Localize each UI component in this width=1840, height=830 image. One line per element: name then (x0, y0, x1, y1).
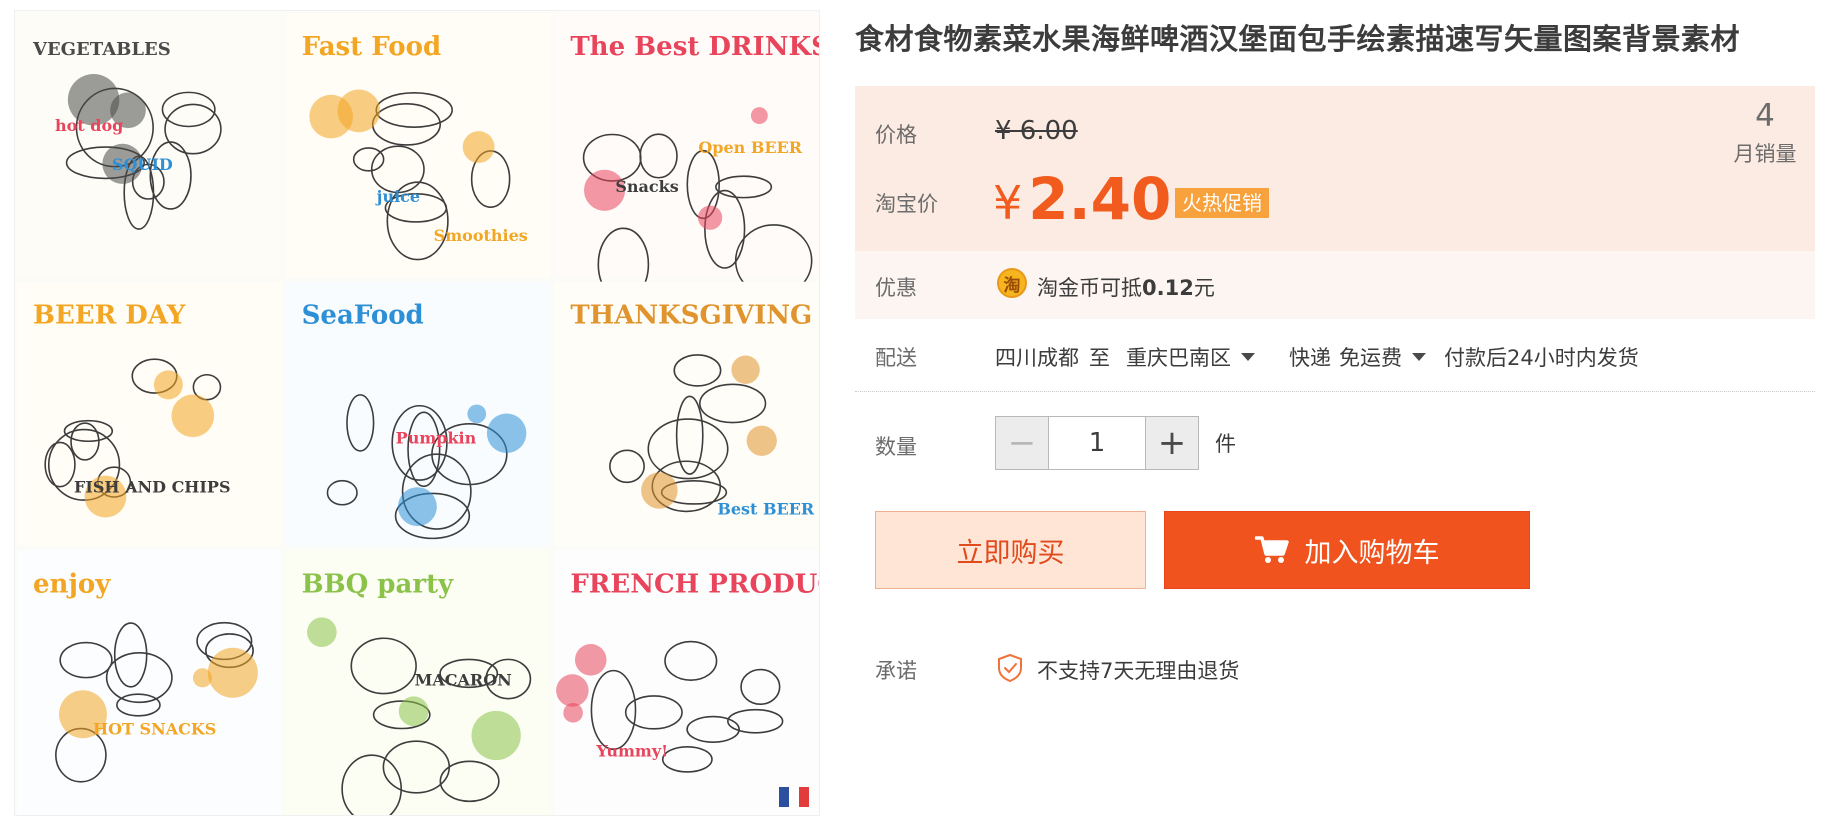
color-splash (641, 472, 678, 509)
color-splash (574, 644, 607, 676)
color-splash (398, 696, 429, 727)
shield-check-icon (996, 653, 1024, 687)
artwork-label: Best BEER (717, 500, 815, 519)
color-splash (207, 647, 258, 698)
quantity-unit: 件 (1215, 431, 1236, 456)
color-splash (307, 617, 337, 648)
color-splash (697, 205, 723, 230)
panel-title: THANKSGIVING DAY (570, 301, 820, 331)
ship-from: 四川成都 (995, 346, 1079, 370)
buy-now-label: 立即购买 (956, 537, 1065, 569)
sales-count: 4 (1755, 98, 1775, 134)
original-price: ¥ 6.00 (995, 116, 1078, 146)
color-splash (462, 131, 495, 163)
destination-chevron-down-icon[interactable] (1241, 353, 1255, 361)
quantity-input[interactable] (1049, 415, 1145, 470)
coin-text-prefix: 淘金币可抵 (1037, 276, 1142, 300)
sales-label: 月销量 (1733, 142, 1797, 166)
artwork-label: Snacks (615, 177, 678, 196)
french-flag-icon (779, 787, 809, 807)
promise-label: 承诺 (875, 659, 917, 683)
buy-now-button[interactable]: 立即购买 (875, 511, 1146, 589)
artwork-label: Pumpkin (396, 429, 477, 448)
artwork-label: MACARON (415, 670, 512, 689)
discount-label: 优惠 (875, 276, 917, 300)
panel-title: BBQ party (302, 569, 454, 599)
artwork-label: Yummy! (595, 741, 668, 760)
price-label: 价格 (875, 123, 917, 147)
quantity-increase-button[interactable]: + (1145, 415, 1199, 470)
taobao-price-label: 淘宝价 (875, 192, 938, 216)
product-main-image[interactable]: VEGETABLES Fast Food The Best DRINKS BEER D… (14, 10, 820, 816)
color-splash (397, 487, 437, 527)
quantity-label: 数量 (875, 435, 917, 459)
color-splash (750, 107, 768, 125)
quantity-stepper: − + 件 (995, 415, 1236, 470)
currency-symbol: ¥ (993, 176, 1023, 230)
artwork-label: hot dog (55, 116, 123, 135)
artwork-label: FISH AND CHIPS (74, 478, 231, 497)
panel-title: VEGETABLES (32, 39, 171, 60)
add-to-cart-button[interactable]: 加入购物车 (1164, 511, 1530, 589)
color-splash (563, 703, 583, 723)
delivery-row: 四川成都 至 重庆巴南区 快递 免运费 付款后24小时内发货 (995, 342, 1639, 372)
panel-title: SeaFood (302, 301, 424, 331)
panel-title: enjoy (33, 569, 111, 599)
promise-text: 不支持7天无理由退货 (1037, 659, 1240, 683)
artwork-label: Open BEER (698, 138, 802, 157)
product-title: 食材食物素菜水果海鲜啤酒汉堡面包手绘素描速写矢量图案背景素材 (855, 22, 1741, 56)
color-splash (746, 425, 777, 456)
current-price-value: 2.40 (1028, 165, 1172, 233)
color-splash (309, 94, 353, 139)
dispatch-time: 付款后24小时内发货 (1444, 346, 1639, 370)
coin-text-suffix: 元 (1193, 276, 1215, 300)
color-splash (486, 413, 527, 454)
color-splash (171, 394, 215, 438)
taojinbi-coin-icon: 淘 (997, 268, 1027, 298)
destination-select[interactable]: 重庆巴南区 (1126, 342, 1231, 372)
color-splash (467, 404, 487, 424)
add-to-cart-label: 加入购物车 (1304, 537, 1440, 569)
coin-amount: 0.12 (1142, 276, 1194, 300)
product-gallery: VEGETABLES Fast Food The Best DRINKS BEER D… (14, 10, 820, 816)
artwork-label: juice (375, 187, 420, 206)
panel-title: Fast Food (302, 32, 441, 62)
artwork-label: SQUID (112, 155, 173, 174)
panel-title: FRENCH PRODUCTS (570, 569, 820, 599)
panel-title: BEER DAY (33, 301, 186, 331)
current-price: ¥2.40 (993, 170, 1171, 228)
artwork-label: Smoothies (434, 226, 528, 245)
shopping-cart-icon (1254, 535, 1289, 565)
ship-method[interactable]: 快递 (1289, 342, 1331, 372)
artwork-label: HOT SNACKS (93, 719, 216, 738)
color-splash (731, 355, 760, 384)
panel-title: The Best DRINKS (570, 32, 820, 62)
color-splash (471, 710, 521, 761)
delivery-label: 配送 (875, 346, 917, 370)
product-artwork: VEGETABLES Fast Food The Best DRINKS BEER D… (17, 13, 820, 815)
promo-badge: 火热促销 (1175, 188, 1269, 218)
divider (855, 391, 1815, 392)
monthly-sales: 4 月销量 (1720, 98, 1810, 168)
shipping-fee[interactable]: 免运费 (1339, 342, 1402, 372)
coin-discount-text: 淘金币可抵0.12元 (1037, 272, 1215, 302)
color-splash (153, 370, 183, 400)
ship-to-word: 至 (1089, 346, 1110, 370)
color-splash (192, 668, 213, 688)
quantity-decrease-button[interactable]: − (995, 415, 1049, 470)
color-splash (556, 674, 589, 707)
shipping-chevron-down-icon[interactable] (1412, 353, 1426, 361)
